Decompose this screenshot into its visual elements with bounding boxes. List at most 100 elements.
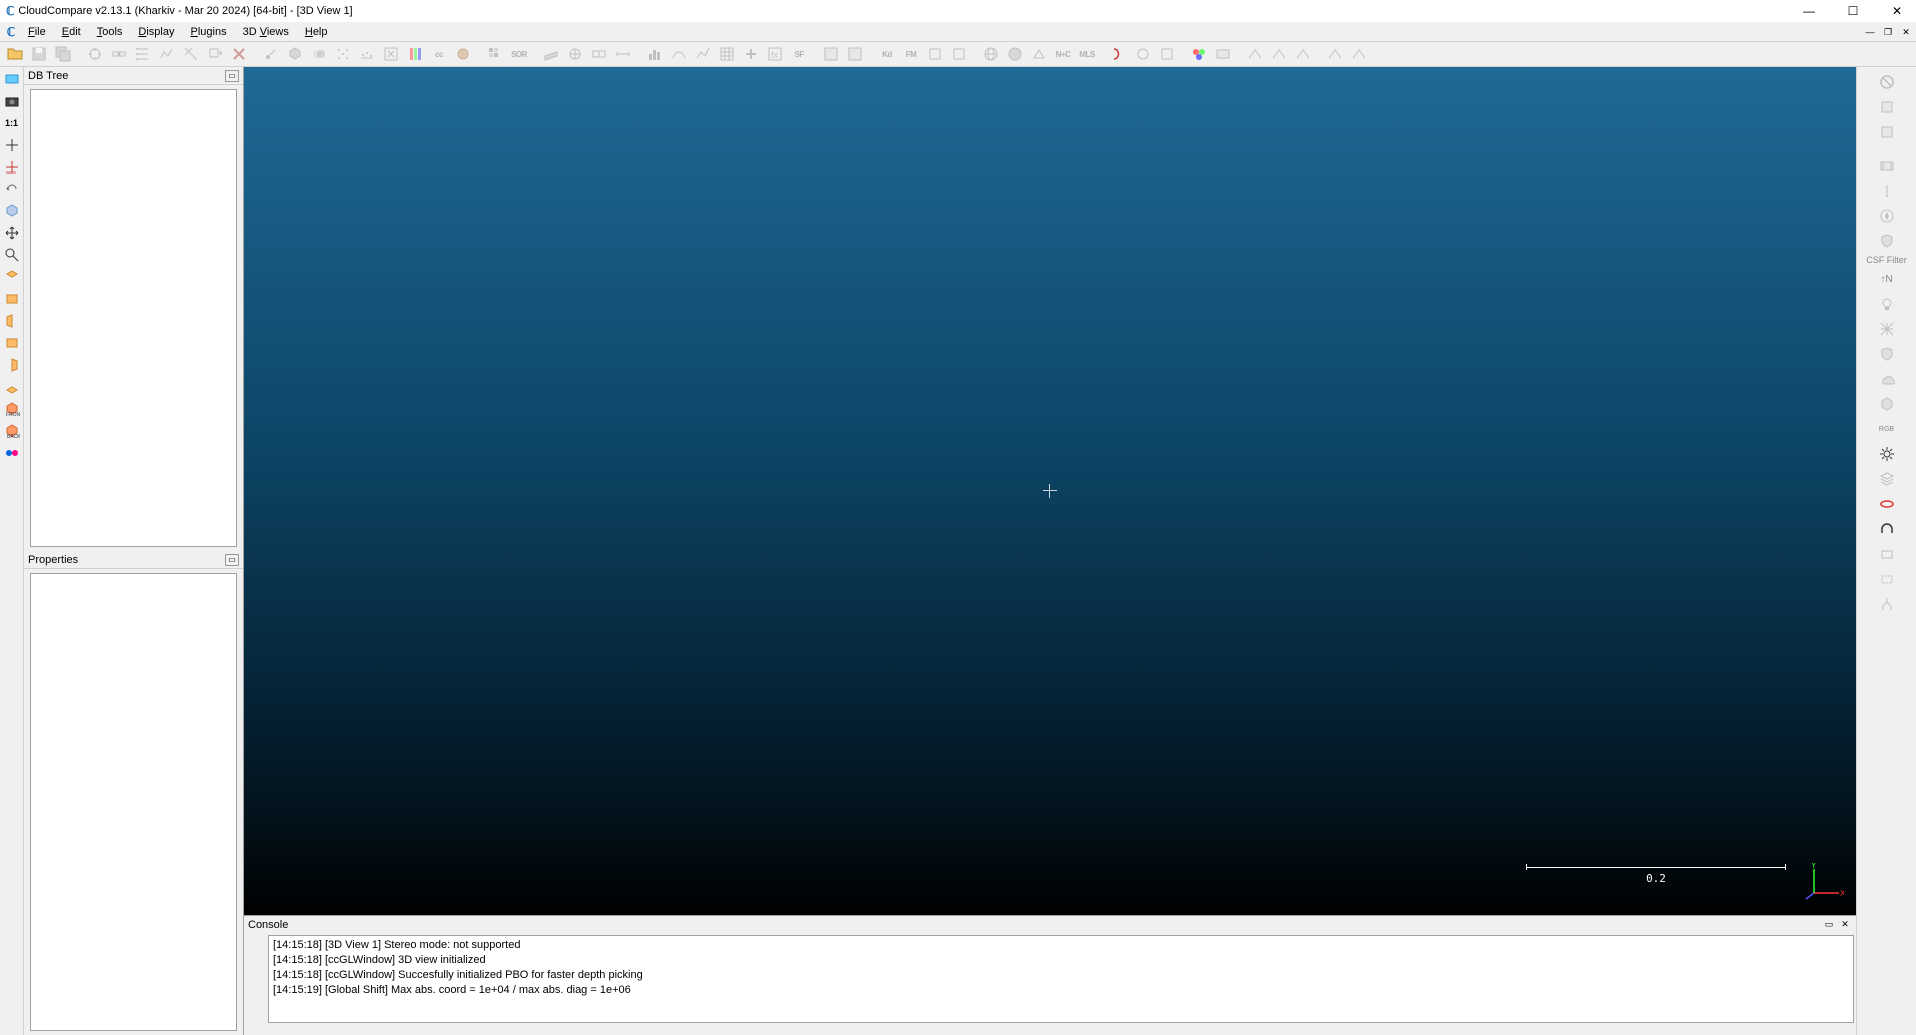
open-icon[interactable] <box>4 43 26 65</box>
iso-back-view-icon[interactable]: BACK <box>2 421 22 441</box>
tool-e-icon[interactable] <box>1348 43 1370 65</box>
level-icon[interactable] <box>108 43 130 65</box>
pick-rotation-center-icon[interactable] <box>84 43 106 65</box>
rt-ellipse-icon[interactable] <box>1876 493 1898 515</box>
bottom-view-icon[interactable] <box>2 377 22 397</box>
flickr-icon[interactable] <box>2 443 22 463</box>
plugin-3-icon[interactable] <box>948 43 970 65</box>
stat-test-icon[interactable] <box>668 43 690 65</box>
fit-plane-icon[interactable] <box>540 43 562 65</box>
menu-tools[interactable]: Tools <box>89 24 131 40</box>
no-entry-icon[interactable] <box>1876 71 1898 93</box>
rt-film-icon[interactable] <box>1876 155 1898 177</box>
tool-b-icon[interactable] <box>1268 43 1290 65</box>
app-menu-icon[interactable]: ℂ <box>2 25 20 39</box>
move-icon[interactable] <box>2 223 22 243</box>
compute-distance-icon[interactable] <box>612 43 634 65</box>
one-to-one-icon[interactable]: 1:1 <box>2 113 22 133</box>
translate-rotate-icon[interactable] <box>204 43 226 65</box>
rt-hex-icon[interactable] <box>1876 393 1898 415</box>
set-view-icon[interactable] <box>2 69 22 89</box>
trace-polyline-icon[interactable] <box>156 43 178 65</box>
menu-file[interactable]: File <box>20 24 54 40</box>
close-button[interactable]: ✕ <box>1884 4 1910 18</box>
console-body[interactable]: [14:15:18] [3D View 1] Stereo mode: not … <box>268 935 1854 1023</box>
auto-pick-center-icon[interactable]: auto <box>2 157 22 177</box>
histogram-icon[interactable] <box>644 43 666 65</box>
mls-icon[interactable]: MLS <box>1076 43 1098 65</box>
delete-icon[interactable] <box>228 43 250 65</box>
mdi-close-button[interactable]: ✕ <box>1898 25 1914 39</box>
plugin-2-icon[interactable] <box>924 43 946 65</box>
menu-plugins[interactable]: Plugins <box>182 24 234 40</box>
rt-needle-icon[interactable] <box>1876 180 1898 202</box>
menu-3dviews[interactable]: 3D Views <box>235 24 297 40</box>
back-view-icon[interactable] <box>2 333 22 353</box>
console-float-button[interactable]: ▭ <box>1822 919 1836 931</box>
3d-viewport[interactable]: 0.2 X Y <box>244 67 1856 915</box>
sphere-icon[interactable] <box>1004 43 1026 65</box>
tool-a-icon[interactable] <box>1244 43 1266 65</box>
left-view-icon[interactable] <box>2 311 22 331</box>
menu-display[interactable]: Display <box>130 24 182 40</box>
console-close-button[interactable]: ✕ <box>1838 919 1852 931</box>
rt-rgb-icon[interactable]: RGB <box>1876 418 1898 440</box>
kd-tree-icon[interactable]: Kd <box>876 43 898 65</box>
rt-dotbox-icon[interactable] <box>1876 568 1898 590</box>
menu-help[interactable]: Help <box>297 24 336 40</box>
subsample-icon[interactable] <box>332 43 354 65</box>
rt-box-icon[interactable] <box>1876 543 1898 565</box>
top-view-icon[interactable] <box>2 267 22 287</box>
sf-grid-icon[interactable] <box>716 43 738 65</box>
tool-c-icon[interactable] <box>1292 43 1314 65</box>
sample-points-icon[interactable] <box>356 43 378 65</box>
merge-icon[interactable] <box>308 43 330 65</box>
rt-shield2-icon[interactable] <box>1876 343 1898 365</box>
primitive-factory-icon[interactable] <box>452 43 474 65</box>
rt-tree-icon[interactable] <box>1876 593 1898 615</box>
rt-layers-icon[interactable] <box>1876 468 1898 490</box>
cc-histogram-icon[interactable]: cc <box>428 43 450 65</box>
front-view-icon[interactable] <box>2 289 22 309</box>
compute-sf-icon[interactable] <box>692 43 714 65</box>
nc-icon[interactable]: N+C <box>1052 43 1074 65</box>
align-icon[interactable] <box>588 43 610 65</box>
segment-icon[interactable] <box>180 43 202 65</box>
rt-compass-icon[interactable] <box>1876 205 1898 227</box>
rt-gear-icon[interactable] <box>1876 443 1898 465</box>
plugin-7-icon[interactable] <box>1156 43 1178 65</box>
plugin-4-icon[interactable] <box>1028 43 1050 65</box>
rasterize-icon[interactable] <box>484 43 506 65</box>
rt-shield-icon[interactable] <box>1876 230 1898 252</box>
rt-north-icon[interactable]: ↑N <box>1876 268 1898 290</box>
rt-mesh-icon[interactable] <box>1876 318 1898 340</box>
tool-d-icon[interactable] <box>1324 43 1346 65</box>
plugin-classify-icon[interactable] <box>844 43 866 65</box>
pick-center-icon[interactable] <box>2 135 22 155</box>
save-all-icon[interactable] <box>52 43 74 65</box>
delete-sf-icon[interactable] <box>380 43 402 65</box>
rt-bulb-icon[interactable] <box>1876 293 1898 315</box>
sor-filter-icon[interactable]: SOR <box>508 43 530 65</box>
db-tree-body[interactable] <box>30 89 237 547</box>
rt-arch-icon[interactable] <box>1876 518 1898 540</box>
zoom-icon[interactable] <box>2 245 22 265</box>
menu-edit[interactable]: Edit <box>54 24 89 40</box>
maximize-button[interactable]: ☐ <box>1840 4 1866 18</box>
plugin-8-icon[interactable] <box>1212 43 1234 65</box>
plugin-6-icon[interactable] <box>1132 43 1154 65</box>
rt-cloud-icon[interactable] <box>1876 368 1898 390</box>
properties-body[interactable] <box>30 573 237 1031</box>
globe-icon[interactable] <box>980 43 1002 65</box>
sf-arithmetic-icon[interactable]: fx <box>764 43 786 65</box>
color-scale-icon[interactable] <box>404 43 426 65</box>
point-list-picking-icon[interactable] <box>132 43 154 65</box>
plugin-1-icon[interactable] <box>820 43 842 65</box>
clone-icon[interactable] <box>284 43 306 65</box>
right-view-icon[interactable] <box>2 355 22 375</box>
minimize-button[interactable]: — <box>1796 4 1822 18</box>
save-icon[interactable] <box>28 43 50 65</box>
register-icon[interactable] <box>564 43 586 65</box>
sf-editor-icon[interactable]: SF <box>788 43 810 65</box>
mdi-restore-button[interactable]: ❐ <box>1880 25 1896 39</box>
